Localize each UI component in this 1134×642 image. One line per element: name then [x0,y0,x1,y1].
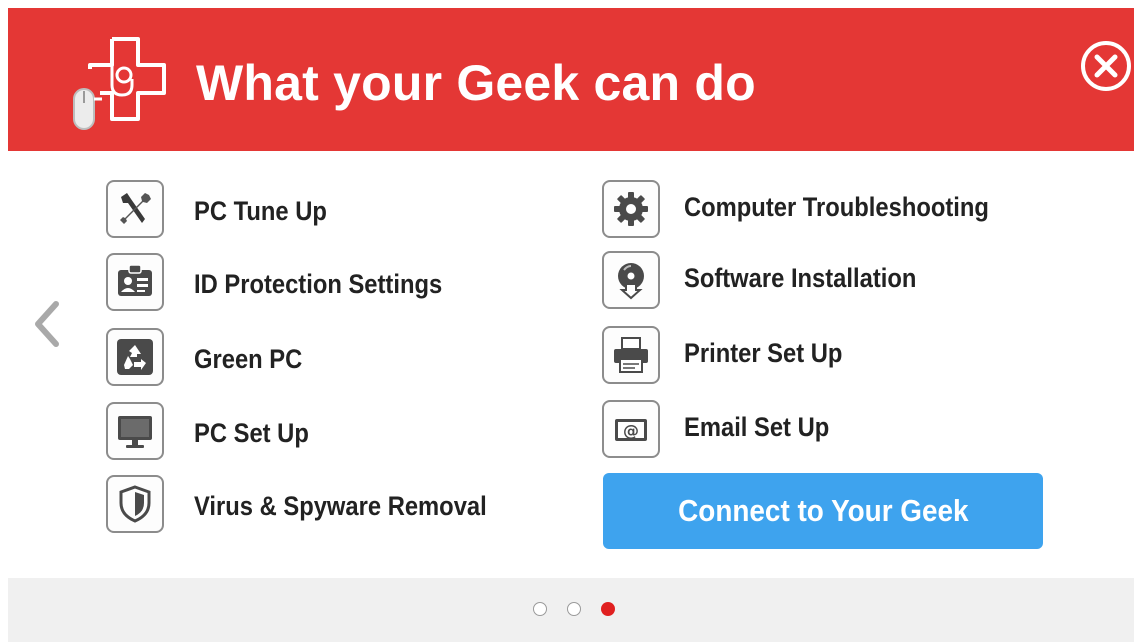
service-label: Printer Set Up [684,338,843,368]
service-label: Email Set Up [684,412,830,442]
service-label: ID Protection Settings [194,269,443,299]
svg-text:@: @ [623,421,639,440]
service-label: Computer Troubleshooting [684,192,989,222]
gear-icon [602,180,660,238]
service-label: Virus & Spyware Removal [194,491,487,521]
shield-icon [106,475,164,533]
close-icon[interactable] [1078,38,1134,94]
page-dot-3-active[interactable] [601,602,615,616]
monitor-icon [106,402,164,460]
service-label: PC Set Up [194,418,309,448]
id-card-icon [106,253,164,311]
chevron-left-icon[interactable] [28,296,68,352]
service-label: Green PC [194,344,303,374]
tools-icon [106,180,164,238]
geek-services-dialog: What your Geek can do PC Tune Up ID Prot… [0,0,1134,642]
email-at-icon: @ [602,400,660,458]
page-dot-2[interactable] [567,602,581,616]
header-bar: What your Geek can do [8,8,1134,151]
connect-button-label: Connect to Your Geek [677,493,969,528]
service-label: Software Installation [684,263,917,293]
printer-icon [602,326,660,384]
cross-mouse-logo-icon [73,37,166,130]
page-title: What your Geek can do [196,55,756,111]
service-label: PC Tune Up [194,196,327,226]
page-dot-1[interactable] [533,602,547,616]
connect-to-geek-button[interactable]: Connect to Your Geek [603,473,1043,549]
recycle-icon [106,328,164,386]
disc-install-icon [602,251,660,309]
